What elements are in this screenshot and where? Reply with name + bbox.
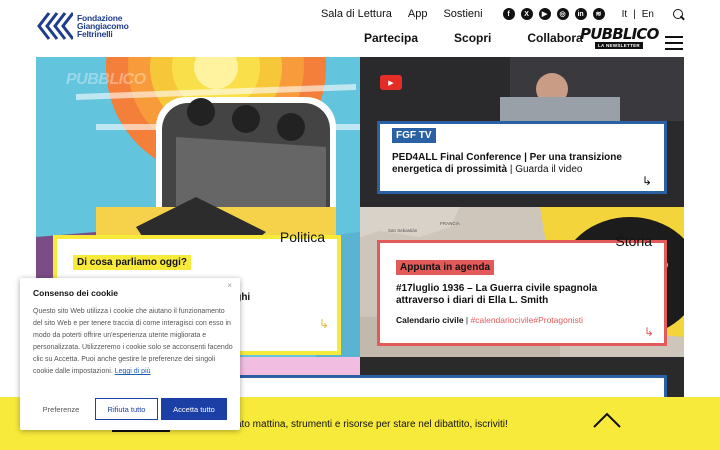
title-thin: | Guarda il video — [507, 164, 583, 175]
cookie-reject-all-button[interactable]: Rifiuta tutto — [95, 398, 158, 420]
instagram-icon[interactable]: ◎ — [556, 8, 569, 20]
pubblico-overlay-text: PUBBLICO — [66, 71, 146, 88]
nav-sostieni[interactable]: Sostieni — [443, 8, 482, 20]
meta-separator: | — [463, 315, 471, 325]
tag-appunta-in-agenda: Appunta in agenda — [396, 260, 494, 275]
arrow-icon[interactable]: ↳ — [642, 174, 652, 188]
cookie-consent-dialog: Consenso dei cookie × Questo sito Web ut… — [20, 278, 240, 430]
lang-separator: | — [633, 8, 636, 20]
logo-mark-icon — [37, 12, 73, 40]
pubblico-title: PUBBLICO — [580, 25, 659, 43]
card-meta: Calendario civile | #calendariocivile#Pr… — [396, 315, 583, 325]
arrow-icon[interactable]: ↳ — [319, 317, 329, 331]
linkedin-icon[interactable]: in — [574, 8, 587, 20]
card-title: #17luglio 1936 – La Guerra civile spagno… — [396, 283, 598, 306]
language-switch: It | En — [619, 9, 657, 20]
logo[interactable]: Fondazione Giangiacomo Feltrinelli — [37, 11, 129, 41]
nav-sala-di-lettura[interactable]: Sala di Lettura — [321, 8, 392, 20]
cookie-body-text: Questo sito Web utilizza i cookie che ai… — [33, 308, 233, 375]
category-politica: Politica — [279, 229, 325, 245]
tile-fgf-tv[interactable]: ▶ FGF TV PED4ALL Final Conference | Per … — [360, 57, 684, 207]
pubblico-newsletter-logo[interactable]: PUBBLICO LA NEWSLETTER — [580, 25, 659, 49]
card-storia[interactable]: Storia Appunta in agenda #17luglio 1936 … — [377, 233, 667, 346]
youtube-play-icon[interactable]: ▶ — [380, 75, 402, 90]
close-icon[interactable]: × — [227, 281, 232, 290]
facebook-icon[interactable]: f — [502, 8, 515, 20]
meta-calendario[interactable]: Calendario civile — [396, 315, 464, 325]
logo-text: Fondazione Giangiacomo Feltrinelli — [77, 14, 129, 39]
chevron-up-icon[interactable] — [593, 412, 621, 428]
cookie-title: Consenso dei cookie — [33, 288, 119, 298]
meta-hashtags[interactable]: #calendariocivile#Protagonisti — [471, 315, 583, 325]
map-label-san-sebastian: San Sebastián — [388, 228, 418, 233]
page: Fondazione Giangiacomo Feltrinelli Sala … — [0, 0, 720, 450]
nav-scopri[interactable]: Scopri — [454, 31, 491, 45]
card-fgf-tv[interactable]: FGF TV PED4ALL Final Conference | Per un… — [377, 121, 667, 194]
logo-line: Feltrinelli — [77, 29, 113, 39]
tag-di-cosa-parliamo: Di cosa parliamo oggi? — [73, 255, 192, 270]
newsletter-text[interactable]: ato mattina, strumenti e risorse per sta… — [236, 419, 508, 430]
cookie-preferences-button[interactable]: Preferenze — [28, 398, 94, 420]
x-icon[interactable]: X — [520, 8, 533, 20]
category-storia: Storia — [615, 233, 652, 249]
arrow-icon[interactable]: ↳ — [644, 325, 654, 339]
cookie-body: Questo sito Web utilizza i cookie che ai… — [33, 306, 233, 378]
tag-fgf-tv: FGF TV — [392, 128, 436, 143]
lang-en[interactable]: En — [642, 9, 654, 20]
top-nav: Sala di Lettura App Sostieni f X ▶ ◎ in … — [305, 8, 684, 20]
social-links: f X ▶ ◎ in ≋ — [497, 8, 605, 20]
cookie-read-more-link[interactable]: Leggi di più — [115, 368, 151, 375]
youtube-icon[interactable]: ▶ — [538, 8, 551, 20]
pubblico-subtitle: LA NEWSLETTER — [595, 42, 643, 49]
site-header: Fondazione Giangiacomo Feltrinelli Sala … — [0, 0, 720, 57]
tile-storia[interactable]: FRANCIA San Sebastián Storia Appunta in … — [360, 207, 684, 357]
nav-partecipa[interactable]: Partecipa — [364, 31, 418, 45]
lang-it[interactable]: It — [622, 9, 628, 20]
nav-app[interactable]: App — [408, 8, 428, 20]
spotify-icon[interactable]: ≋ — [592, 8, 605, 20]
nav-collabora[interactable]: Collabora — [527, 31, 582, 45]
hamburger-menu-icon[interactable] — [665, 36, 683, 50]
search-icon[interactable] — [673, 8, 684, 20]
map-label-francia: FRANCIA — [440, 221, 460, 226]
card-title: PED4ALL Final Conference | Per una trans… — [392, 152, 622, 176]
cookie-accept-all-button[interactable]: Accetta tutto — [161, 398, 227, 420]
